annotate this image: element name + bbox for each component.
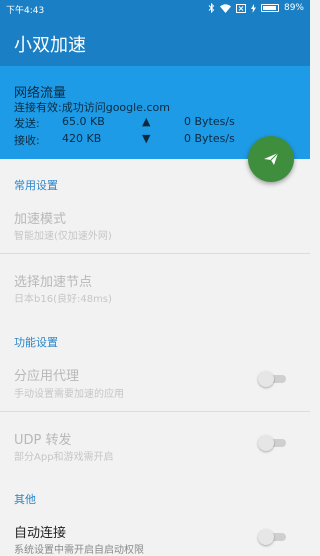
app-title: 小双加速: [14, 35, 86, 56]
connect-fab-button[interactable]: [248, 136, 294, 182]
acceleration-mode-title: 加速模式: [14, 212, 67, 227]
section-common-settings: 常用设置: [14, 179, 58, 192]
select-node-subtitle: 日本b16(良好:48ms): [14, 294, 112, 305]
auto-connect-title: 自动连接: [14, 526, 67, 541]
udp-forward-toggle[interactable]: [258, 435, 286, 451]
sim-icon: [235, 3, 246, 13]
app-bar: 小双加速: [0, 18, 310, 66]
receive-rate: 0 Bytes/s: [184, 132, 235, 145]
send-total: 65.0 KB: [62, 115, 105, 128]
per-app-proxy-subtitle: 手动设置需要加速的应用: [14, 389, 124, 400]
download-arrow-icon: ▼: [142, 132, 151, 145]
select-node-title: 选择加速节点: [14, 275, 93, 290]
battery-icon: [260, 4, 279, 12]
auto-connect-toggle[interactable]: [258, 529, 286, 545]
divider: [0, 253, 310, 254]
connection-status: 连接有效:成功访问google.com: [14, 101, 170, 114]
section-other: 其他: [14, 493, 36, 506]
battery-percent: 89%: [283, 3, 304, 13]
wifi-icon: [219, 3, 231, 13]
status-bar: 下午4:43 89%: [0, 0, 310, 18]
send-plane-icon: [264, 152, 279, 165]
upload-arrow-icon: ▲: [142, 115, 151, 128]
status-icons: 89%: [208, 3, 304, 13]
section-feature-settings: 功能设置: [14, 336, 58, 349]
send-rate: 0 Bytes/s: [184, 115, 235, 128]
bluetooth-icon: [208, 3, 215, 13]
per-app-proxy-title: 分应用代理: [14, 369, 80, 384]
status-time: 下午4:43: [6, 6, 45, 16]
udp-forward-title: UDP 转发: [14, 433, 72, 448]
receive-total: 420 KB: [62, 132, 102, 145]
charging-icon: [250, 3, 256, 13]
auto-connect-subtitle: 系统设置中需开启自启动权限: [14, 545, 144, 556]
acceleration-mode-subtitle: 智能加速(仅加速外网): [14, 231, 112, 242]
divider: [0, 411, 310, 412]
send-label: 发送:: [14, 117, 40, 130]
per-app-proxy-toggle[interactable]: [258, 371, 286, 387]
receive-label: 接收:: [14, 134, 40, 147]
udp-forward-subtitle: 部分App和游戏需开启: [14, 452, 114, 463]
